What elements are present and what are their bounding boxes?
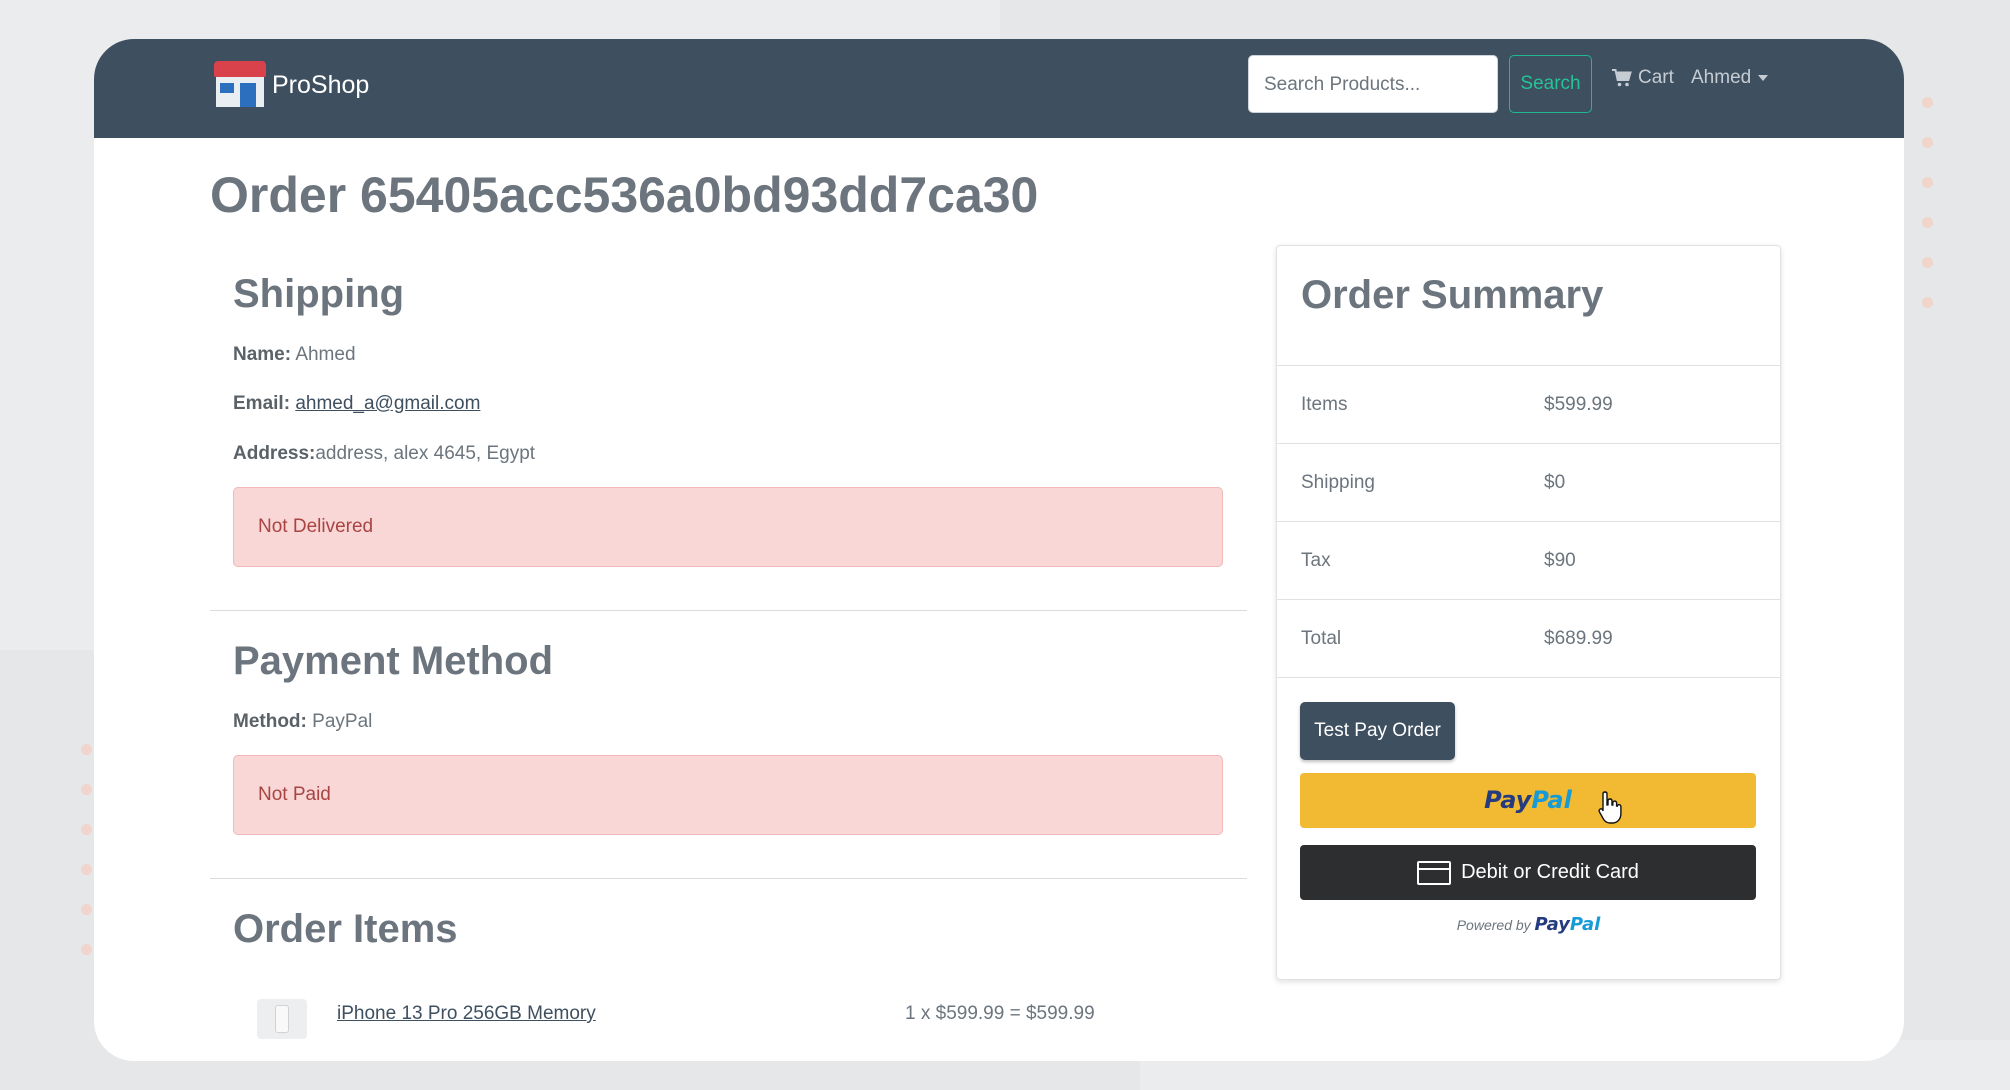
payment-method: Method: PayPal xyxy=(233,711,372,733)
method-value: PayPal xyxy=(312,711,373,732)
name-label: Name: xyxy=(233,344,292,365)
credit-card-icon xyxy=(1417,860,1452,885)
delivery-status-alert: Not Delivered xyxy=(233,487,1223,567)
search-input[interactable]: Search Products... xyxy=(1248,55,1498,113)
hand-cursor-icon xyxy=(1598,791,1622,824)
card-button-label: Debit or Credit Card xyxy=(1461,861,1639,883)
page-title: Order 65405acc536a0bd93dd7ca30 xyxy=(210,167,1039,223)
navbar: ProShop Search Products... Search Cart A… xyxy=(94,39,1904,138)
decorative-dots xyxy=(81,744,92,955)
summary-row-items: Items $599.99 xyxy=(1277,365,1780,443)
order-items-heading: Order Items xyxy=(233,907,458,951)
item-price-calc: 1 x $599.99 = $599.99 xyxy=(905,1003,1095,1024)
paypal-logo: PayPal xyxy=(1484,786,1572,814)
summary-label: Shipping xyxy=(1301,472,1375,493)
user-dropdown[interactable]: Ahmed xyxy=(1691,67,1769,89)
email-link[interactable]: ahmed_a@gmail.com xyxy=(295,393,480,414)
summary-value: $0 xyxy=(1544,472,1566,493)
cart-icon xyxy=(1612,69,1632,87)
address-value: address, alex 4645, Egypt xyxy=(315,443,536,464)
debit-credit-card-button[interactable]: Debit or Credit Card xyxy=(1300,845,1756,900)
paypal-button[interactable]: PayPal xyxy=(1300,773,1756,828)
order-summary-card: Order Summary Items $599.99 Shipping $0 … xyxy=(1276,245,1781,980)
summary-row-total: Total $689.99 xyxy=(1277,599,1780,677)
summary-row-tax: Tax $90 xyxy=(1277,521,1780,599)
shop-logo-icon xyxy=(214,61,266,109)
search-button[interactable]: Search xyxy=(1509,55,1592,113)
brand-link[interactable]: ProShop xyxy=(214,61,369,109)
email-label: Email: xyxy=(233,393,291,414)
summary-row-shipping: Shipping $0 xyxy=(1277,443,1780,521)
shipping-heading: Shipping xyxy=(233,272,405,316)
user-name: Ahmed xyxy=(1691,67,1752,88)
summary-label: Items xyxy=(1301,394,1348,415)
payment-heading: Payment Method xyxy=(233,639,554,683)
caret-down-icon xyxy=(1758,75,1769,81)
powered-by-paypal: Powered by PayPal xyxy=(1456,914,1601,935)
product-link[interactable]: iPhone 13 Pro 256GB Memory xyxy=(337,1003,596,1025)
summary-heading: Order Summary xyxy=(1301,273,1604,317)
shipping-name: Name: Ahmed xyxy=(233,344,356,366)
section-divider xyxy=(210,878,1247,879)
shipping-address: Address:address, alex 4645, Egypt xyxy=(233,443,535,465)
payment-status-alert: Not Paid xyxy=(233,755,1223,835)
method-label: Method: xyxy=(233,711,307,732)
test-pay-order-button[interactable]: Test Pay Order xyxy=(1300,702,1455,760)
app-window: ProShop Search Products... Search Cart A… xyxy=(94,39,1904,1061)
summary-label: Tax xyxy=(1301,550,1331,571)
cart-label: Cart xyxy=(1638,67,1674,88)
section-divider xyxy=(210,610,1247,611)
decorative-dots xyxy=(1922,97,1933,308)
summary-value: $599.99 xyxy=(1544,394,1613,415)
name-value: Ahmed xyxy=(295,344,356,365)
address-label: Address: xyxy=(233,443,316,464)
summary-value: $90 xyxy=(1544,550,1576,571)
shipping-email: Email: ahmed_a@gmail.com xyxy=(233,393,480,415)
cart-link[interactable]: Cart xyxy=(1612,67,1674,89)
summary-divider xyxy=(1277,677,1780,678)
product-thumbnail xyxy=(257,999,307,1039)
brand-name: ProShop xyxy=(272,70,370,99)
summary-label: Total xyxy=(1301,628,1342,649)
summary-value: $689.99 xyxy=(1544,628,1613,649)
